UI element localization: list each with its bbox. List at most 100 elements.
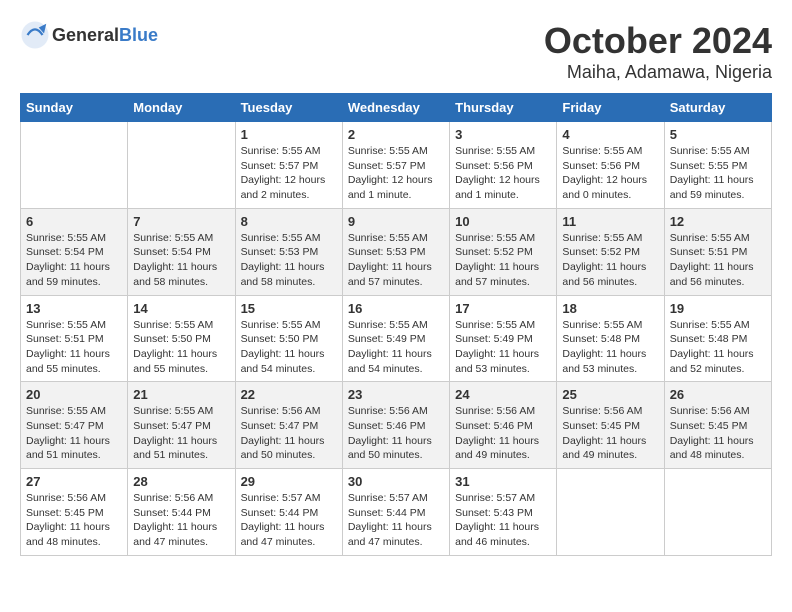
col-tuesday: Tuesday xyxy=(235,94,342,122)
calendar-cell: 30 Sunrise: 5:57 AM Sunset: 5:44 PM Dayli… xyxy=(342,469,449,556)
day-detail: Sunrise: 5:56 AM Sunset: 5:45 PM Dayligh… xyxy=(562,404,658,463)
day-number: 24 xyxy=(455,387,551,402)
day-number: 22 xyxy=(241,387,337,402)
day-number: 14 xyxy=(133,301,229,316)
calendar-cell xyxy=(128,122,235,209)
calendar-cell: 9Sunrise: 5:55 AM Sunset: 5:53 PM Daylig… xyxy=(342,208,449,295)
day-detail: Sunrise: 5:55 AM Sunset: 5:52 PM Dayligh… xyxy=(562,231,658,290)
col-friday: Friday xyxy=(557,94,664,122)
day-number: 11 xyxy=(562,214,658,229)
col-sunday: Sunday xyxy=(21,94,128,122)
calendar-cell: 8Sunrise: 5:55 AM Sunset: 5:53 PM Daylig… xyxy=(235,208,342,295)
day-detail: Sunrise: 5:57 AM Sunset: 5:44 PM Dayligh… xyxy=(348,491,444,550)
day-detail: Sunrise: 5:56 AM Sunset: 5:44 PM Dayligh… xyxy=(133,491,229,550)
calendar-cell: 2 Sunrise: 5:55 AM Sunset: 5:57 PM Daylig… xyxy=(342,122,449,209)
logo-icon xyxy=(20,20,50,50)
day-number: 16 xyxy=(348,301,444,316)
col-saturday: Saturday xyxy=(664,94,771,122)
day-number: 10 xyxy=(455,214,551,229)
calendar-cell: 31Sunrise: 5:57 AM Sunset: 5:43 PM Dayli… xyxy=(450,469,557,556)
calendar-cell: 29Sunrise: 5:57 AM Sunset: 5:44 PM Dayli… xyxy=(235,469,342,556)
col-monday: Monday xyxy=(128,94,235,122)
calendar-cell: 7 Sunrise: 5:55 AM Sunset: 5:54 PM Daylig… xyxy=(128,208,235,295)
day-detail: Sunrise: 5:55 AM Sunset: 5:57 PM Dayligh… xyxy=(348,144,444,203)
day-number: 13 xyxy=(26,301,122,316)
calendar-cell xyxy=(21,122,128,209)
col-thursday: Thursday xyxy=(450,94,557,122)
calendar-cell: 19Sunrise: 5:55 AM Sunset: 5:48 PM Dayli… xyxy=(664,295,771,382)
day-number: 15 xyxy=(241,301,337,316)
calendar-week-5: 27 Sunrise: 5:56 AM Sunset: 5:45 PM Dayli… xyxy=(21,469,772,556)
day-detail: Sunrise: 5:55 AM Sunset: 5:53 PM Dayligh… xyxy=(348,231,444,290)
logo-text-general: General xyxy=(52,25,119,45)
day-number: 23 xyxy=(348,387,444,402)
day-number: 28 xyxy=(133,474,229,489)
day-number: 25 xyxy=(562,387,658,402)
calendar-cell: 28 Sunrise: 5:56 AM Sunset: 5:44 PM Dayli… xyxy=(128,469,235,556)
day-detail: Sunrise: 5:55 AM Sunset: 5:56 PM Dayligh… xyxy=(562,144,658,203)
calendar-cell: 12 Sunrise: 5:55 AM Sunset: 5:51 PM Dayli… xyxy=(664,208,771,295)
day-number: 2 xyxy=(348,127,444,142)
day-number: 12 xyxy=(670,214,766,229)
day-detail: Sunrise: 5:57 AM Sunset: 5:43 PM Dayligh… xyxy=(455,491,551,550)
location-title: Maiha, Adamawa, Nigeria xyxy=(544,62,772,83)
calendar-cell: 22 Sunrise: 5:56 AM Sunset: 5:47 PM Dayli… xyxy=(235,382,342,469)
day-number: 5 xyxy=(670,127,766,142)
day-number: 26 xyxy=(670,387,766,402)
day-number: 8 xyxy=(241,214,337,229)
day-detail: Sunrise: 5:55 AM Sunset: 5:47 PM Dayligh… xyxy=(133,404,229,463)
day-detail: Sunrise: 5:55 AM Sunset: 5:51 PM Dayligh… xyxy=(26,318,122,377)
day-detail: Sunrise: 5:55 AM Sunset: 5:47 PM Dayligh… xyxy=(26,404,122,463)
day-detail: Sunrise: 5:55 AM Sunset: 5:50 PM Dayligh… xyxy=(241,318,337,377)
calendar-cell: 10 Sunrise: 5:55 AM Sunset: 5:52 PM Dayli… xyxy=(450,208,557,295)
day-number: 27 xyxy=(26,474,122,489)
calendar-cell: 5 Sunrise: 5:55 AM Sunset: 5:55 PM Daylig… xyxy=(664,122,771,209)
calendar-cell: 20 Sunrise: 5:55 AM Sunset: 5:47 PM Dayli… xyxy=(21,382,128,469)
day-number: 30 xyxy=(348,474,444,489)
day-number: 4 xyxy=(562,127,658,142)
calendar-cell: 17 Sunrise: 5:55 AM Sunset: 5:49 PM Dayli… xyxy=(450,295,557,382)
day-detail: Sunrise: 5:55 AM Sunset: 5:49 PM Dayligh… xyxy=(455,318,551,377)
logo: GeneralBlue xyxy=(20,20,158,50)
calendar-cell xyxy=(557,469,664,556)
day-detail: Sunrise: 5:56 AM Sunset: 5:45 PM Dayligh… xyxy=(26,491,122,550)
day-detail: Sunrise: 5:55 AM Sunset: 5:55 PM Dayligh… xyxy=(670,144,766,203)
calendar-table: Sunday Monday Tuesday Wednesday Thursday… xyxy=(20,93,772,556)
header-row: Sunday Monday Tuesday Wednesday Thursday… xyxy=(21,94,772,122)
day-number: 7 xyxy=(133,214,229,229)
day-number: 29 xyxy=(241,474,337,489)
day-number: 18 xyxy=(562,301,658,316)
day-detail: Sunrise: 5:55 AM Sunset: 5:50 PM Dayligh… xyxy=(133,318,229,377)
col-wednesday: Wednesday xyxy=(342,94,449,122)
day-detail: Sunrise: 5:55 AM Sunset: 5:56 PM Dayligh… xyxy=(455,144,551,203)
calendar-cell: 23Sunrise: 5:56 AM Sunset: 5:46 PM Dayli… xyxy=(342,382,449,469)
calendar-cell: 16 Sunrise: 5:55 AM Sunset: 5:49 PM Dayli… xyxy=(342,295,449,382)
day-detail: Sunrise: 5:55 AM Sunset: 5:52 PM Dayligh… xyxy=(455,231,551,290)
logo-text-blue: Blue xyxy=(119,25,158,45)
calendar-cell: 1Sunrise: 5:55 AM Sunset: 5:57 PM Daylig… xyxy=(235,122,342,209)
day-detail: Sunrise: 5:55 AM Sunset: 5:48 PM Dayligh… xyxy=(562,318,658,377)
day-number: 21 xyxy=(133,387,229,402)
calendar-cell: 27 Sunrise: 5:56 AM Sunset: 5:45 PM Dayli… xyxy=(21,469,128,556)
calendar-cell: 11 Sunrise: 5:55 AM Sunset: 5:52 PM Dayli… xyxy=(557,208,664,295)
calendar-cell: 14 Sunrise: 5:55 AM Sunset: 5:50 PM Dayli… xyxy=(128,295,235,382)
page-header: GeneralBlue October 2024 Maiha, Adamawa,… xyxy=(20,20,772,83)
day-detail: Sunrise: 5:55 AM Sunset: 5:54 PM Dayligh… xyxy=(26,231,122,290)
calendar-cell: 3Sunrise: 5:55 AM Sunset: 5:56 PM Daylig… xyxy=(450,122,557,209)
day-number: 17 xyxy=(455,301,551,316)
calendar-week-2: 6Sunrise: 5:55 AM Sunset: 5:54 PM Daylig… xyxy=(21,208,772,295)
calendar-cell: 18 Sunrise: 5:55 AM Sunset: 5:48 PM Dayli… xyxy=(557,295,664,382)
calendar-cell: 26Sunrise: 5:56 AM Sunset: 5:45 PM Dayli… xyxy=(664,382,771,469)
day-detail: Sunrise: 5:55 AM Sunset: 5:51 PM Dayligh… xyxy=(670,231,766,290)
calendar-week-4: 20 Sunrise: 5:55 AM Sunset: 5:47 PM Dayli… xyxy=(21,382,772,469)
day-detail: Sunrise: 5:56 AM Sunset: 5:47 PM Dayligh… xyxy=(241,404,337,463)
month-title: October 2024 xyxy=(544,20,772,62)
day-detail: Sunrise: 5:55 AM Sunset: 5:54 PM Dayligh… xyxy=(133,231,229,290)
day-number: 1 xyxy=(241,127,337,142)
day-detail: Sunrise: 5:55 AM Sunset: 5:49 PM Dayligh… xyxy=(348,318,444,377)
calendar-cell: 21 Sunrise: 5:55 AM Sunset: 5:47 PM Dayli… xyxy=(128,382,235,469)
day-detail: Sunrise: 5:56 AM Sunset: 5:46 PM Dayligh… xyxy=(455,404,551,463)
title-block: October 2024 Maiha, Adamawa, Nigeria xyxy=(544,20,772,83)
calendar-cell: 24 Sunrise: 5:56 AM Sunset: 5:46 PM Dayli… xyxy=(450,382,557,469)
day-number: 20 xyxy=(26,387,122,402)
